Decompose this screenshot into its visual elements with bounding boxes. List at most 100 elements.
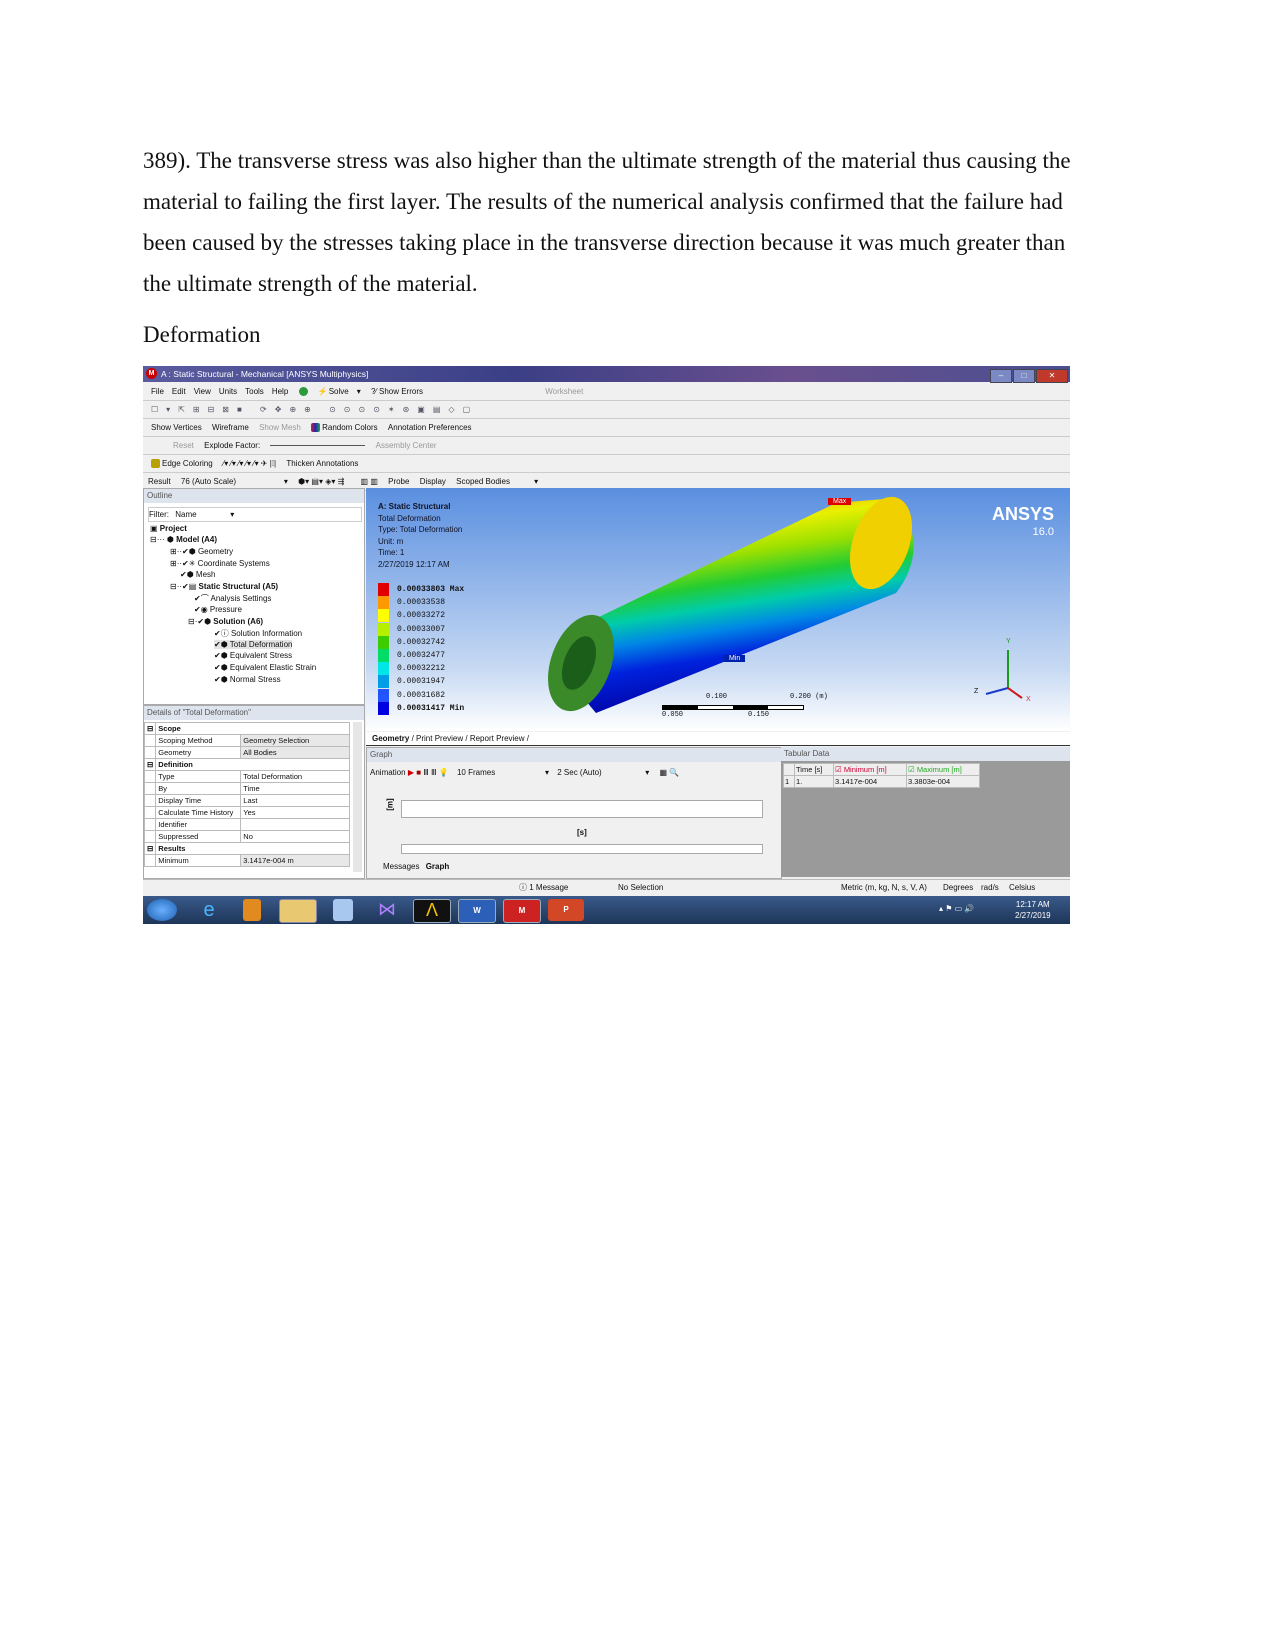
- media-player-icon[interactable]: [243, 899, 261, 921]
- details-row[interactable]: Calculate Time History Yes: [143, 806, 350, 819]
- details-row[interactable]: By Time: [143, 782, 350, 795]
- tree-equivalent-elastic-strain[interactable]: ✔⬢ Equivalent Elastic Strain: [214, 663, 316, 672]
- details-row[interactable]: Type Total Deformation: [143, 770, 350, 783]
- details-row[interactable]: Display Time Last: [143, 794, 350, 807]
- stop-icon[interactable]: ■: [416, 768, 421, 777]
- tree-geometry[interactable]: ⊞··✔⬢ Geometry: [170, 547, 233, 556]
- start-button[interactable]: [147, 899, 177, 921]
- details-row[interactable]: ⊟ Scope: [143, 722, 350, 735]
- menu-units[interactable]: Units: [219, 387, 237, 396]
- duration-dropdown[interactable]: 2 Sec (Auto): [557, 766, 645, 780]
- details-row[interactable]: ⊟ Results: [143, 842, 350, 855]
- reset-button[interactable]: Reset: [173, 441, 194, 450]
- calculator-icon[interactable]: [333, 899, 353, 921]
- menu-tools[interactable]: Tools: [245, 387, 264, 396]
- filter-dropdown[interactable]: Name: [175, 508, 230, 521]
- show-mesh-button[interactable]: Show Mesh: [259, 423, 301, 432]
- details-row[interactable]: Suppressed No: [143, 830, 350, 843]
- units-status[interactable]: Metric (m, kg, N, s, V, A): [841, 880, 927, 896]
- assembly-center-dropdown[interactable]: Assembly Center: [376, 441, 437, 450]
- messages-status[interactable]: ⓘ 1 Message: [519, 880, 568, 896]
- ansys-logo: ANSYS: [991, 504, 1054, 524]
- wireframe-button[interactable]: Wireframe: [212, 423, 249, 432]
- menu-edit[interactable]: Edit: [172, 387, 186, 396]
- menu-view[interactable]: View: [194, 387, 211, 396]
- check-icon[interactable]: [298, 387, 308, 397]
- details-row[interactable]: Minimum 3.1417e-004 m: [143, 854, 350, 867]
- random-colors-button[interactable]: Random Colors: [322, 423, 378, 432]
- clock-time[interactable]: 12:17 AM: [1015, 899, 1051, 910]
- tray-icons[interactable]: ▴ ⚑ ▭ 🔊: [939, 904, 974, 913]
- triad-axes: YZX: [974, 638, 1031, 703]
- graphics-viewport[interactable]: A: Static Structural Total Deformation T…: [366, 488, 1070, 731]
- tree-analysis-settings[interactable]: ✔⌒ Analysis Settings: [194, 593, 271, 604]
- frame-mode-icons[interactable]: Ⅲ Ⅲ: [423, 768, 436, 777]
- details-row[interactable]: Geometry All Bodies: [143, 746, 350, 759]
- lightbulb-icon[interactable]: 💡: [439, 768, 449, 777]
- graph-timeline[interactable]: [401, 844, 763, 854]
- rate-units[interactable]: rad/s: [981, 880, 999, 896]
- tree-static-structural[interactable]: ⊟··✔▤ Static Structural (A5): [170, 582, 278, 591]
- tree-normal-stress[interactable]: ✔⬢ Normal Stress: [214, 675, 281, 684]
- annotation-preferences-button[interactable]: Annotation Preferences: [388, 423, 472, 432]
- tree-coordinate-systems[interactable]: ⊞··✔✳ Coordinate Systems: [170, 559, 270, 568]
- tree-total-deformation[interactable]: ✔⬢ Total Deformation: [214, 640, 293, 649]
- tabular-header: Tabular Data: [781, 747, 1070, 761]
- visual-studio-icon[interactable]: ⋈: [369, 899, 405, 921]
- mechanical-icon[interactable]: M: [503, 899, 541, 923]
- solve-button[interactable]: Solve: [329, 387, 349, 396]
- tree-pressure[interactable]: ✔◉ Pressure: [194, 605, 242, 614]
- tree-solution[interactable]: ⊟·✔⬢ Solution (A6): [188, 617, 263, 626]
- probe-button[interactable]: Probe: [388, 477, 409, 486]
- menu-file[interactable]: File: [151, 387, 164, 396]
- explode-factor-slider[interactable]: [270, 445, 366, 447]
- tree-mesh[interactable]: ✔⬢ Mesh: [180, 570, 215, 579]
- ansys-workbench-icon[interactable]: Λ: [413, 899, 451, 923]
- maximize-button[interactable]: □: [1013, 369, 1035, 383]
- thicken-annotations-button[interactable]: Thicken Annotations: [286, 459, 358, 468]
- details-row[interactable]: ⊟ Definition: [143, 758, 350, 771]
- internet-explorer-icon[interactable]: e: [191, 899, 227, 921]
- close-button[interactable]: ✕: [1036, 369, 1068, 383]
- tree-model[interactable]: ⊟··· ⬢ Model (A4): [150, 535, 217, 544]
- clock-date[interactable]: 2/27/2019: [1015, 910, 1051, 921]
- tree-solution-information[interactable]: ✔ⓘ Solution Information: [214, 628, 302, 639]
- export-video-icon[interactable]: ▦: [659, 768, 667, 777]
- tab-report-preview[interactable]: Report Preview: [470, 734, 525, 743]
- tree-project[interactable]: ▣ Project: [150, 524, 187, 533]
- details-row[interactable]: Identifier: [143, 818, 350, 831]
- graph-plot-area: [401, 800, 763, 818]
- legend-label: 0.00033272: [397, 611, 446, 621]
- details-header: Details of "Total Deformation": [144, 706, 364, 720]
- show-errors-button[interactable]: ?⁄ Show Errors: [371, 387, 423, 396]
- zoom-to-fit-icon[interactable]: 🔍: [669, 768, 679, 777]
- tab-geometry[interactable]: Geometry: [372, 734, 409, 743]
- word-icon[interactable]: W: [458, 899, 496, 923]
- worksheet-button[interactable]: Worksheet: [545, 387, 583, 396]
- powerpoint-icon[interactable]: P: [548, 899, 584, 921]
- details-scrollbar[interactable]: [353, 722, 362, 872]
- row-index: 1: [783, 775, 795, 788]
- tab-graph[interactable]: Graph: [426, 862, 450, 871]
- view-tool-icons[interactable]: ☐▾⇱⊞⊟⊠■ ⟳✥⊕⊕ ⊙⊙⊙⊙✶⊛▣▤◇▢: [151, 405, 478, 414]
- show-vertices-button[interactable]: Show Vertices: [151, 423, 202, 432]
- header-maximum[interactable]: Maximum [m]: [917, 765, 962, 774]
- outline-panel: Outline Filter: Name ▾ ▣ Project ⊟··· ⬢ M…: [143, 488, 365, 705]
- menu-help[interactable]: Help: [272, 387, 288, 396]
- temperature-units[interactable]: Celsius: [1009, 880, 1035, 896]
- result-tool-icons[interactable]: ⬢▾ ▤▾ ◈▾ ⇶: [298, 477, 344, 486]
- tree-equivalent-stress[interactable]: ✔⬢ Equivalent Stress: [214, 651, 292, 660]
- minimize-button[interactable]: –: [990, 369, 1012, 383]
- frames-dropdown[interactable]: 10 Frames: [457, 766, 545, 780]
- play-icon[interactable]: ▶: [408, 768, 414, 777]
- angle-units[interactable]: Degrees: [943, 880, 973, 896]
- header-minimum[interactable]: Minimum [m]: [844, 765, 887, 774]
- tab-messages[interactable]: Messages: [383, 862, 419, 871]
- edge-coloring-button[interactable]: Edge Coloring: [162, 459, 213, 468]
- edge-tool-icons[interactable]: ⁄▾ ⁄▾ ⁄▾ ⁄▾ ⁄▾ ✈ |⁞|: [223, 459, 276, 468]
- tab-print-preview[interactable]: Print Preview: [416, 734, 463, 743]
- details-row[interactable]: Scoping Method Geometry Selection: [143, 734, 350, 747]
- legend-swatch: [378, 609, 389, 623]
- file-explorer-icon[interactable]: [279, 899, 317, 923]
- filter-label: Filter:: [149, 510, 169, 519]
